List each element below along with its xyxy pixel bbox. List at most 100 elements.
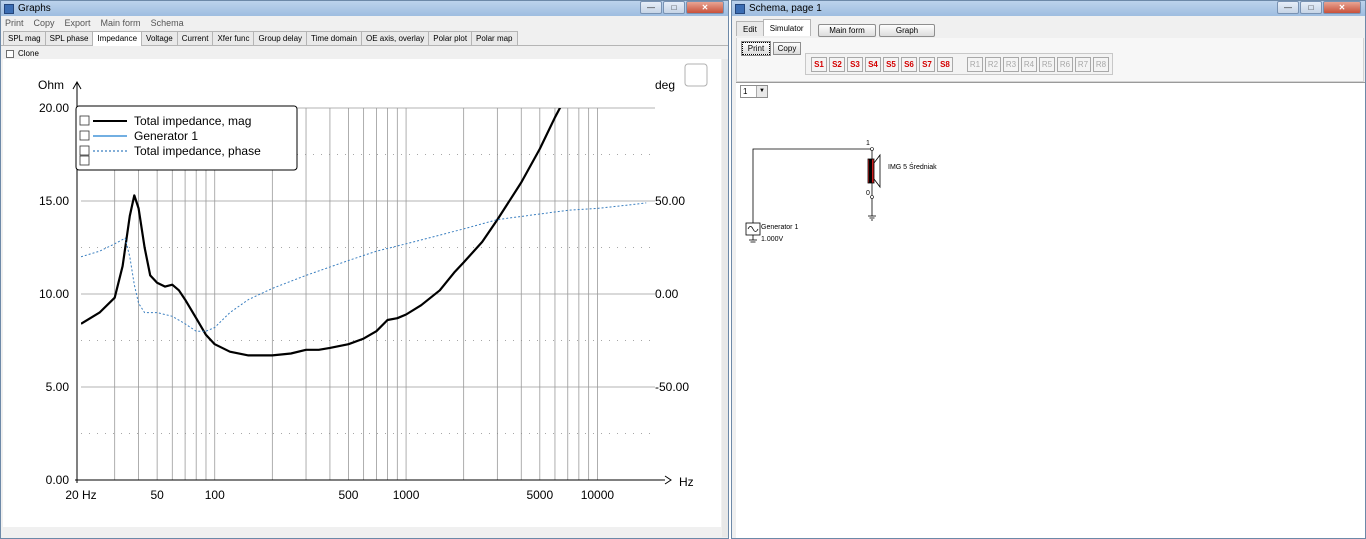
impedance-chart-panel: 20.00 15.00 10.00 5.00 0.00 50.00 0.00 -50.00 20… xyxy=(3,59,721,527)
x-unit: Hz xyxy=(679,475,694,489)
tab-impedance[interactable]: Impedance xyxy=(92,31,143,46)
tab-polar-plot[interactable]: Polar plot xyxy=(428,31,473,45)
y-tick-label-left: 0.00 xyxy=(46,473,70,487)
print-button[interactable]: Print xyxy=(741,41,771,56)
schema-minimize-button[interactable]: — xyxy=(1277,1,1299,14)
legend-entry: Total impedance, phase xyxy=(134,144,261,158)
generator-label: Generator 1 xyxy=(761,224,798,231)
schema-maximize-button[interactable]: □ xyxy=(1300,1,1322,14)
speaker-symbol[interactable] xyxy=(867,147,881,221)
maximize-button[interactable]: □ xyxy=(663,1,685,14)
sim-slot-s7[interactable]: S7 xyxy=(919,57,935,72)
x-tick-label: 5000 xyxy=(526,488,553,502)
menu-print[interactable]: Print xyxy=(5,18,24,28)
simulation-slots: S1 S2 S3 S4 S5 S6 S7 S8 R1 R2 R3 R4 R5 R6 R7 R8 xyxy=(805,53,1113,75)
speaker-pin-bottom: 0 xyxy=(866,190,870,197)
graphs-window: Graphs — □ ✕ Print Copy Export Main form… xyxy=(0,0,729,539)
ref-slot-r6[interactable]: R6 xyxy=(1057,57,1073,72)
chart-status-strip xyxy=(3,527,721,538)
y-tick-label-right: 0.00 xyxy=(655,287,679,301)
x-tick-label: 20 Hz xyxy=(65,488,96,502)
tab-spl-mag[interactable]: SPL mag xyxy=(3,31,46,45)
schema-canvas[interactable]: 1 ▼ Generator 1 1.000V 1 0 IMG 5 Średnia… xyxy=(736,82,1365,538)
schema-window: Schema, page 1 — □ ✕ Edit Simulator Main… xyxy=(731,0,1366,539)
copy-button[interactable]: Copy xyxy=(773,42,801,55)
sim-slot-s8[interactable]: S8 xyxy=(937,57,953,72)
close-button[interactable]: ✕ xyxy=(686,1,724,14)
sim-slot-s6[interactable]: S6 xyxy=(901,57,917,72)
y-tick-label-right: 50.00 xyxy=(655,194,685,208)
schema-close-button[interactable]: ✕ xyxy=(1323,1,1361,14)
simulator-toolbar: Print Copy S1 S2 S3 S4 S5 S6 S7 S8 R1 R2 R3 R4 R5 R6 R… xyxy=(736,38,1364,82)
graph-button[interactable]: Graph xyxy=(879,24,935,37)
legend-checkbox[interactable] xyxy=(79,155,90,166)
tab-time-domain[interactable]: Time domain xyxy=(306,31,362,45)
schematic-drawing: Generator 1 1.000V 1 0 IMG 5 Średniak xyxy=(745,140,937,243)
legend-checkbox[interactable] xyxy=(79,145,90,156)
graphs-window-title: Graphs xyxy=(18,3,51,14)
legend-checkbox[interactable] xyxy=(79,130,90,141)
y-unit-right: deg xyxy=(655,78,675,92)
chart-options-box[interactable] xyxy=(684,63,708,87)
y-tick-label-left: 15.00 xyxy=(39,194,69,208)
generator-symbol[interactable] xyxy=(745,222,761,243)
x-tick-label: 50 xyxy=(150,488,164,502)
x-axis-arrow xyxy=(664,475,672,485)
sim-slot-s5[interactable]: S5 xyxy=(883,57,899,72)
ref-slot-r2[interactable]: R2 xyxy=(985,57,1001,72)
tab-spl-phase[interactable]: SPL phase xyxy=(44,31,94,45)
ref-slot-r4[interactable]: R4 xyxy=(1021,57,1037,72)
chart-scrollbar[interactable] xyxy=(722,59,728,537)
ref-slot-r8[interactable]: R8 xyxy=(1093,57,1109,72)
y-tick-label-left: 5.00 xyxy=(46,380,70,394)
tab-voltage[interactable]: Voltage xyxy=(141,31,178,45)
sim-slot-s1[interactable]: S1 xyxy=(811,57,827,72)
menu-copy[interactable]: Copy xyxy=(34,18,55,28)
minimize-button[interactable]: — xyxy=(640,1,662,14)
graphs-titlebar[interactable]: Graphs — □ ✕ xyxy=(1,1,728,16)
tab-xfer-func[interactable]: Xfer func xyxy=(212,31,255,45)
wire-top xyxy=(752,148,872,223)
sim-slot-s2[interactable]: S2 xyxy=(829,57,845,72)
menu-schema[interactable]: Schema xyxy=(151,18,184,28)
y-tick-label-right: -50.00 xyxy=(655,380,689,394)
legend-checkbox[interactable] xyxy=(79,115,90,126)
y-tick-label-left: 10.00 xyxy=(39,287,69,301)
graph-tabs: SPL mag SPL phase Impedance Voltage Curr… xyxy=(1,31,728,46)
y-unit-left: Ohm xyxy=(38,78,64,92)
speaker-pin-top: 1 xyxy=(866,140,870,147)
schema-window-title: Schema, page 1 xyxy=(749,3,822,14)
x-tick-label: 10000 xyxy=(581,488,615,502)
graphs-menubar: Print Copy Export Main form Schema xyxy=(1,16,728,30)
impedance-chart: 20.00 15.00 10.00 5.00 0.00 50.00 0.00 -50.00 20… xyxy=(38,63,708,502)
clone-label: Clone xyxy=(18,49,39,58)
ref-slot-r7[interactable]: R7 xyxy=(1075,57,1091,72)
speaker-label: IMG 5 Średniak xyxy=(888,162,937,171)
main-form-button[interactable]: Main form xyxy=(818,24,876,37)
clone-checkbox[interactable] xyxy=(6,49,14,58)
tab-polar-map[interactable]: Polar map xyxy=(471,31,518,45)
schema-app-icon xyxy=(735,3,745,14)
legend-entry: Generator 1 xyxy=(134,129,198,143)
ref-slot-r1[interactable]: R1 xyxy=(967,57,983,72)
schema-titlebar[interactable]: Schema, page 1 — □ ✕ xyxy=(732,1,1365,16)
app-icon xyxy=(4,3,14,14)
sim-slot-s3[interactable]: S3 xyxy=(847,57,863,72)
legend-entry: Total impedance, mag xyxy=(134,114,251,128)
menu-main-form[interactable]: Main form xyxy=(101,18,141,28)
tab-edit[interactable]: Edit xyxy=(736,21,764,36)
sim-slot-s4[interactable]: S4 xyxy=(865,57,881,72)
ref-slot-r3[interactable]: R3 xyxy=(1003,57,1019,72)
tab-group-delay[interactable]: Group delay xyxy=(253,31,308,45)
x-tick-label: 500 xyxy=(338,488,358,502)
tab-oe-axis-overlay[interactable]: OE axis, overlay xyxy=(361,31,430,45)
tab-current[interactable]: Current xyxy=(176,31,214,45)
x-tick-label: 1000 xyxy=(393,488,420,502)
y-tick-label-left: 20.00 xyxy=(39,101,69,115)
generator-voltage: 1.000V xyxy=(761,236,784,243)
ref-slot-r5[interactable]: R5 xyxy=(1039,57,1055,72)
tab-simulator[interactable]: Simulator xyxy=(762,19,811,36)
x-tick-label: 100 xyxy=(205,488,225,502)
clone-option[interactable]: Clone xyxy=(6,48,39,59)
menu-export[interactable]: Export xyxy=(65,18,91,28)
